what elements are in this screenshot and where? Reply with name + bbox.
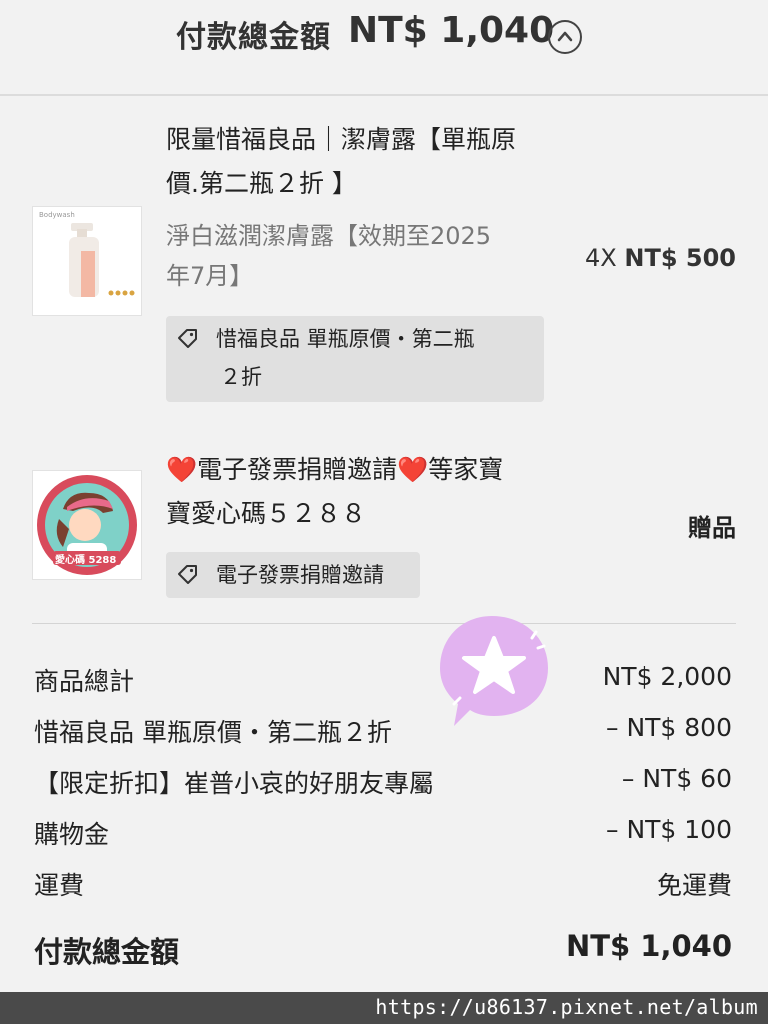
item-quantity-price: 4X NT$ 500: [585, 244, 736, 272]
gift-badge: 贈品: [688, 514, 736, 542]
thumbnail-brand-text: Bodywash: [39, 211, 75, 219]
promo-tag: 惜福良品 單瓶原價・第二瓶 ２折: [166, 316, 544, 402]
summary-label: 惜福良品 單瓶原價・第二瓶２折: [34, 718, 392, 747]
header-amount: NT$ 1,040: [348, 10, 555, 51]
promo-tag-text: 惜福良品 單瓶原價・第二瓶 ２折: [216, 327, 475, 389]
promo-tag: 電子發票捐贈邀請: [166, 552, 420, 598]
summary-value: – NT$ 800: [606, 713, 732, 742]
chevron-up-icon[interactable]: [548, 20, 582, 54]
thumbnail-charity-code: 愛心碼 5288: [55, 555, 117, 566]
summary-value: – NT$ 100: [606, 815, 732, 844]
summary-label: 【限定折扣】崔普小哀的好朋友專屬: [34, 769, 435, 798]
payment-total-header[interactable]: 付款總金額 NT$ 1,040: [0, 0, 768, 96]
watermark-url: https://u86137.pixnet.net/album: [375, 995, 758, 1019]
summary-value: – NT$ 60: [621, 764, 732, 793]
gift-name[interactable]: ❤️電子發票捐贈邀請❤️等家寶 寶愛心碼５２８８: [166, 448, 503, 536]
watermark-bar: https://u86137.pixnet.net/album: [0, 992, 768, 1024]
summary-row-shipping: 運費 免運費: [34, 866, 732, 902]
item-price: NT$ 500: [624, 244, 736, 272]
summary-row-promo-discount: 惜福良品 單瓶原價・第二瓶２折 – NT$ 800: [34, 713, 732, 749]
tag-icon: [176, 560, 200, 598]
summary-row-limited-discount: 【限定折扣】崔普小哀的好朋友專屬 – NT$ 60: [34, 764, 732, 800]
section-divider: [32, 623, 736, 624]
header-title: 付款總金額: [176, 20, 331, 55]
total-label: 付款總金額: [34, 935, 180, 969]
promo-tag-text: 電子發票捐贈邀請: [216, 563, 384, 587]
summary-label: 運費: [34, 871, 85, 900]
item-quantity: 4X: [585, 244, 617, 272]
tag-icon: [176, 324, 200, 362]
summary-label: 購物金: [34, 820, 110, 849]
gift-thumbnail[interactable]: 愛心碼 5288: [32, 470, 142, 580]
product-name[interactable]: 限量惜福良品｜潔膚露【單瓶原 價.第二瓶２折 】: [166, 118, 516, 206]
summary-row-subtotal: 商品總計 NT$ 2,000: [34, 662, 732, 698]
summary-value: 免運費: [656, 871, 732, 900]
product-variant: 淨白滋潤潔膚露【效期至2025 年7月】: [166, 222, 492, 290]
summary-row-shopping-credit: 購物金 – NT$ 100: [34, 815, 732, 851]
summary-label: 商品總計: [34, 667, 135, 696]
summary-value: NT$ 2,000: [602, 662, 732, 691]
summary-row-total: 付款總金額 NT$ 1,040: [34, 929, 732, 969]
product-thumbnail[interactable]: Bodywash: [32, 206, 142, 316]
total-value: NT$ 1,040: [565, 929, 732, 963]
